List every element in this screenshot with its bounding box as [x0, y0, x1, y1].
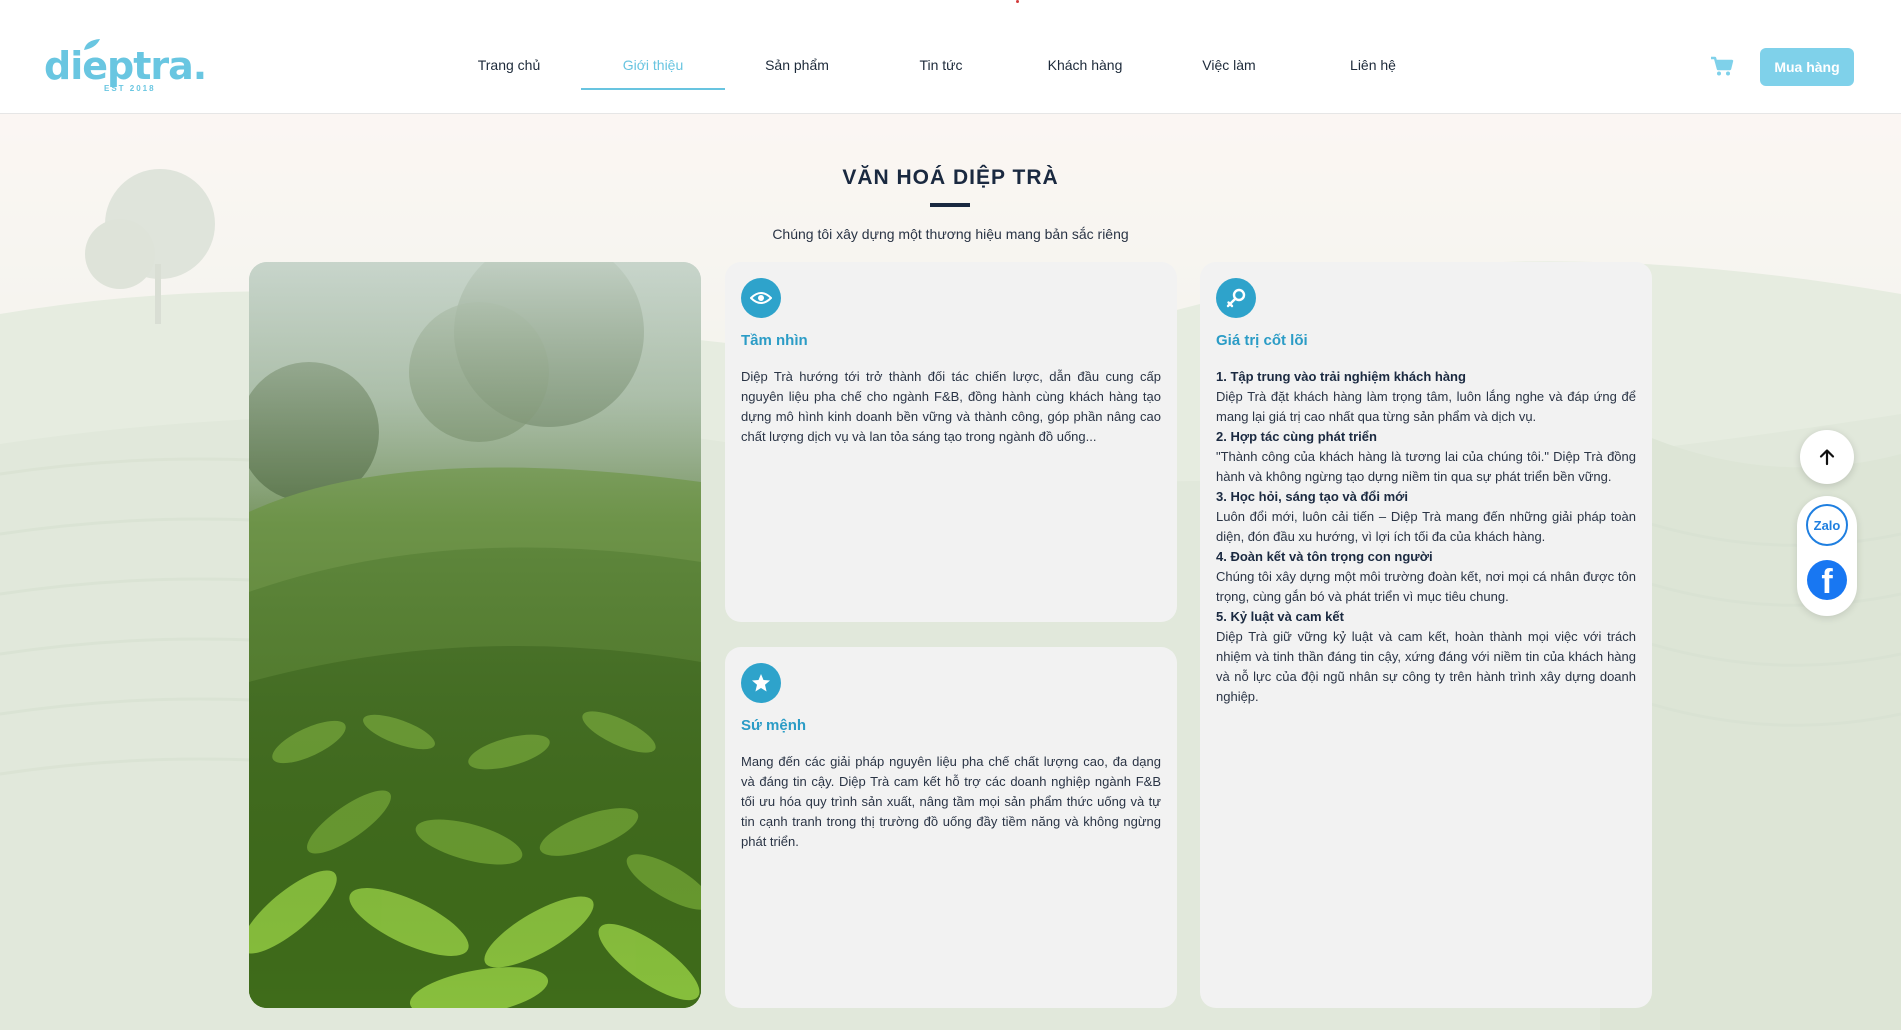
core-values-list: 1. Tập trung vào trải nghiệm khách hàng … — [1216, 367, 1636, 707]
logo-text: dieptra. — [44, 44, 207, 88]
main-nav: Trang chủ Giới thiệu Sản phẩm Tin tức Kh… — [437, 40, 1445, 90]
value-heading: 3. Học hỏi, sáng tạo và đổi mới — [1216, 489, 1408, 504]
value-body: Diệp Trà đặt khách hàng làm trọng tâm, l… — [1216, 389, 1636, 424]
star-icon — [741, 663, 781, 703]
value-body: Luôn đổi mới, luôn cải tiến – Diệp Trà m… — [1216, 509, 1636, 544]
nav-item-contact[interactable]: Liên hệ — [1301, 40, 1445, 90]
zalo-button[interactable]: Zalo — [1806, 504, 1848, 546]
value-item: 1. Tập trung vào trải nghiệm khách hàng … — [1216, 367, 1636, 427]
vision-title: Tầm nhìn — [741, 332, 808, 349]
value-item: 4. Đoàn kết và tôn trọng con người Chúng… — [1216, 547, 1636, 607]
buy-button[interactable]: Mua hàng — [1760, 48, 1854, 86]
site-header: dieptra. EST 2018 Trang chủ Giới thiệu S… — [0, 0, 1901, 114]
key-icon — [1216, 278, 1256, 318]
cart-icon[interactable] — [1710, 55, 1734, 77]
eye-icon — [741, 278, 781, 318]
section-subtitle: Chúng tôi xây dựng một thương hiệu mang … — [772, 226, 1129, 242]
nav-item-news[interactable]: Tin tức — [869, 40, 1013, 90]
value-body: Chúng tôi xây dựng một môi trường đoàn k… — [1216, 569, 1636, 604]
facebook-button[interactable]: f — [1807, 560, 1847, 600]
tea-leaves-photo — [249, 262, 701, 1008]
title-underline — [930, 203, 970, 207]
value-heading: 4. Đoàn kết và tôn trọng con người — [1216, 549, 1433, 564]
top-indicator-dot — [1016, 0, 1019, 3]
nav-item-home[interactable]: Trang chủ — [437, 40, 581, 90]
value-heading: 5. Kỷ luật và cam kết — [1216, 609, 1344, 624]
arrow-up-icon — [1819, 449, 1835, 466]
value-item: 3. Học hỏi, sáng tạo và đổi mới Luôn đổi… — [1216, 487, 1636, 547]
core-values-card: Giá trị cốt lõi 1. Tập trung vào trải ng… — [1200, 262, 1652, 1008]
vision-card: Tầm nhìn Diệp Trà hướng tới trở thành đố… — [725, 262, 1177, 622]
section-title: VĂN HOÁ DIỆP TRÀ — [842, 166, 1059, 189]
scroll-to-top-button[interactable] — [1800, 430, 1854, 484]
mission-title: Sứ mệnh — [741, 717, 807, 734]
value-body: "Thành công của khách hàng là tương lai … — [1216, 449, 1636, 484]
nav-item-products[interactable]: Sản phẩm — [725, 40, 869, 90]
value-heading: 1. Tập trung vào trải nghiệm khách hàng — [1216, 369, 1466, 384]
nav-item-customers[interactable]: Khách hàng — [1013, 40, 1157, 90]
value-item: 5. Kỷ luật và cam kết Diệp Trà giữ vững … — [1216, 607, 1636, 707]
social-bar: Zalo f — [1797, 496, 1857, 616]
value-body: Diệp Trà giữ vững kỷ luật và cam kết, ho… — [1216, 629, 1636, 704]
vision-text: Diệp Trà hướng tới trở thành đối tác chi… — [741, 369, 1161, 444]
value-heading: 2. Hợp tác cùng phát triển — [1216, 429, 1377, 444]
mission-text: Mang đến các giải pháp nguyên liệu pha c… — [741, 754, 1161, 849]
nav-item-jobs[interactable]: Việc làm — [1157, 40, 1301, 90]
core-values-title: Giá trị cốt lõi — [1216, 332, 1308, 349]
value-item: 2. Hợp tác cùng phát triển "Thành công c… — [1216, 427, 1636, 487]
logo-subtext: EST 2018 — [104, 84, 156, 93]
mission-card: Sứ mệnh Mang đến các giải pháp nguyên li… — [725, 647, 1177, 1008]
nav-item-about[interactable]: Giới thiệu — [581, 40, 725, 90]
brand-logo[interactable]: dieptra. EST 2018 — [44, 38, 207, 94]
